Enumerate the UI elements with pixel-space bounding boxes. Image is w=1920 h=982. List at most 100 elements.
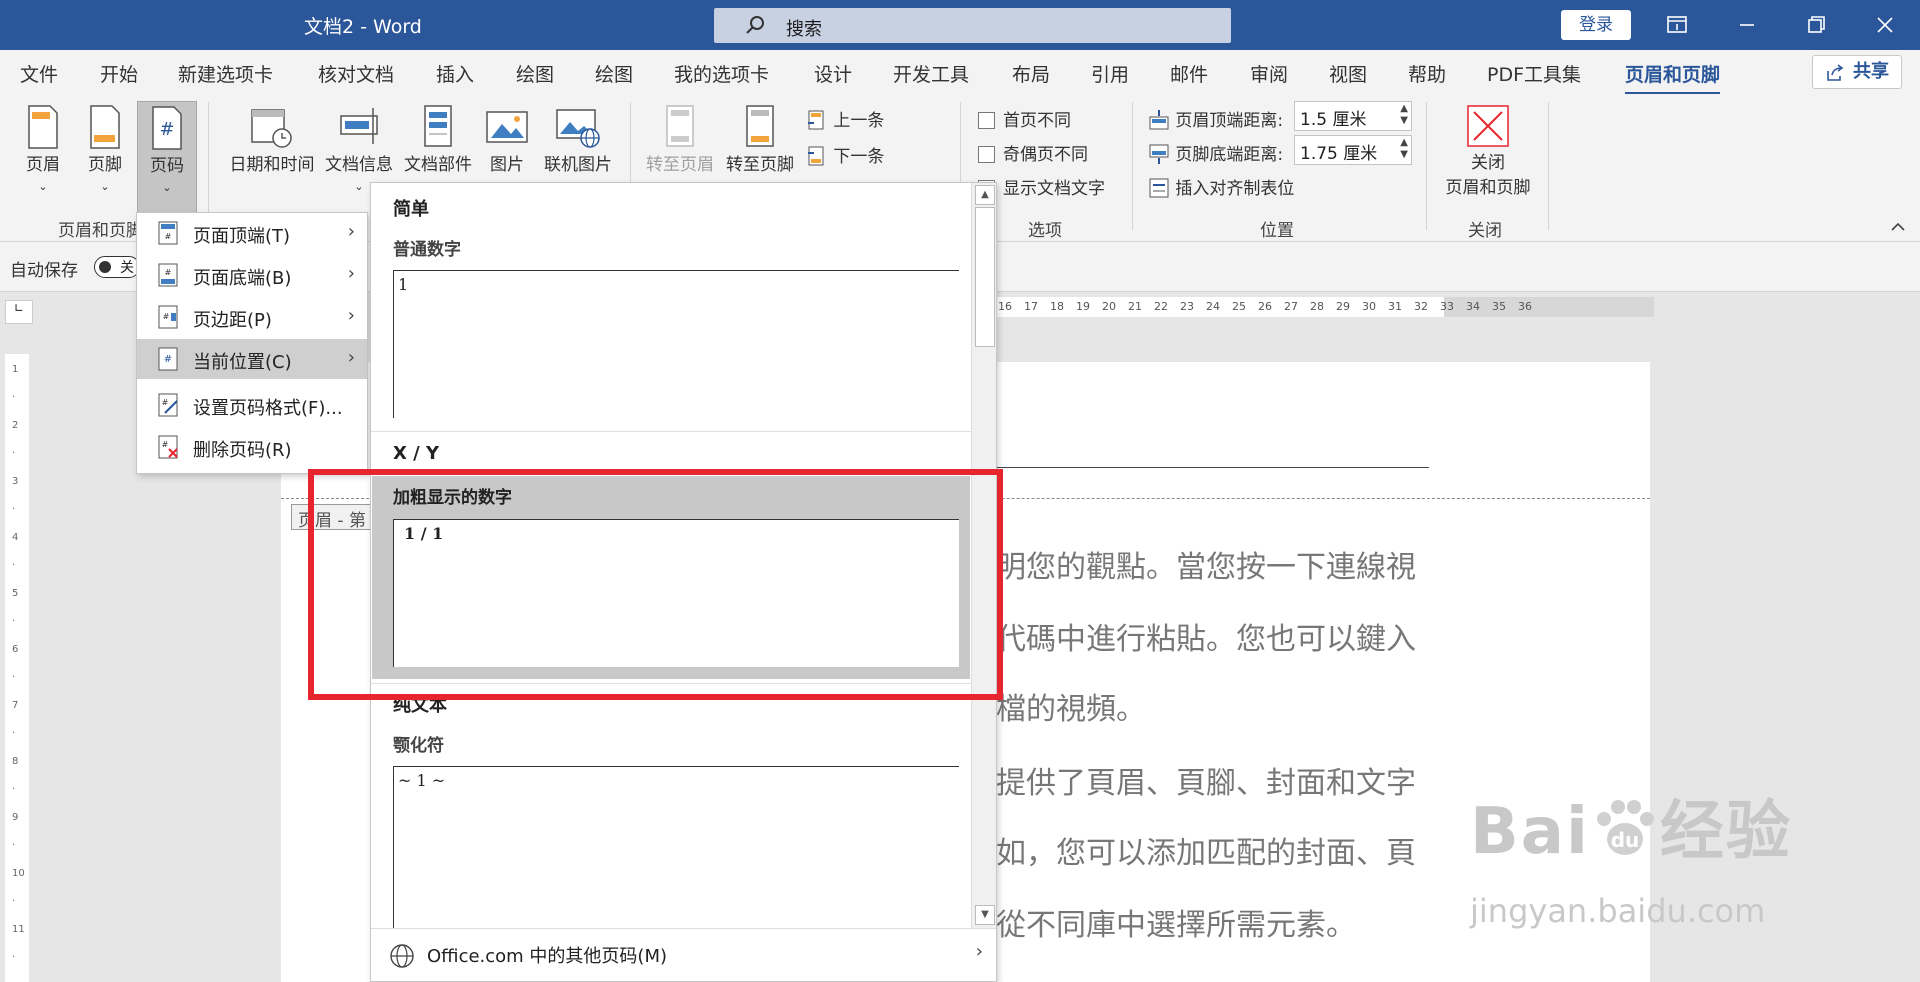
footer-bottom-distance-label: 页脚底端距离: xyxy=(1148,140,1283,165)
tab-home[interactable]: 开始 xyxy=(100,60,138,87)
scroll-down-icon[interactable]: ▼ xyxy=(975,905,995,925)
diff-odd-even-checkbox[interactable]: 奇偶页不同 xyxy=(978,140,1088,165)
footer-button[interactable]: 页脚 ⌄ xyxy=(80,104,130,204)
tab-view[interactable]: 视图 xyxy=(1329,60,1367,87)
close-window-icon[interactable] xyxy=(1870,10,1900,40)
tab-header-footer[interactable]: 页眉和页脚 xyxy=(1625,60,1721,95)
separator xyxy=(1426,102,1427,230)
separator xyxy=(208,102,209,230)
section-xy-heading: X / Y xyxy=(393,443,440,464)
tab-selector[interactable]: ∟ xyxy=(5,300,33,324)
ruler-tick-label: · xyxy=(12,672,16,683)
header-top-text: 页眉顶端距离: xyxy=(1175,111,1284,131)
tab-mailings[interactable]: 邮件 xyxy=(1170,60,1208,87)
ruler-tick-label: · xyxy=(12,728,16,739)
ruler-tick-label: · xyxy=(12,784,16,795)
tab-layout[interactable]: 布局 xyxy=(1012,60,1050,87)
watermark-url: jingyan.baidu.com xyxy=(1470,892,1766,930)
next-button[interactable]: 下一条 xyxy=(806,142,884,167)
page-number-label: 页码 xyxy=(150,156,184,176)
ruler-tick-label: 28 xyxy=(1310,300,1324,313)
chevron-right-icon: › xyxy=(347,347,355,368)
tilde-preview[interactable]: ~ 1 ~ xyxy=(393,766,959,928)
tab-draw-2[interactable]: 绘图 xyxy=(595,60,633,87)
doc-info-icon xyxy=(340,108,378,144)
tab-new-tab[interactable]: 新建选项卡 xyxy=(178,60,273,87)
header-button[interactable]: 页眉 ⌄ xyxy=(18,104,68,204)
horizontal-ruler: 16 17 18 19 20 21 22 23 24 25 26 27 28 29 30 31 32 33 34 35… xyxy=(990,297,1654,317)
ruler-tick-label: 5 xyxy=(12,588,19,599)
ruler-tick-label: 9 xyxy=(12,812,19,823)
doc-line: 如，您可以添加匹配的封面、頁 xyxy=(996,836,1416,871)
tab-check-document[interactable]: 核对文档 xyxy=(318,60,394,87)
diff-first-label: 首页不同 xyxy=(1003,111,1071,131)
restore-icon[interactable] xyxy=(1801,10,1831,40)
goto-header-button[interactable]: 转至页眉 xyxy=(642,104,718,175)
ruler-tick-label: 19 xyxy=(1076,300,1090,313)
vertical-ruler: 1 · 2 · 3 · 4 · 5 · 6 · 7 · 8 · 9 · 10 · 11 · xyxy=(5,354,29,982)
menu-item-bottom-of-page[interactable]: # 页面底端(B) › xyxy=(137,255,367,295)
ruler-tick-label: 4 xyxy=(12,532,19,543)
ruler-tick-label: 32 xyxy=(1414,300,1428,313)
doc-line: 從不同庫中選擇所需元素。 xyxy=(996,908,1356,943)
picture-label: 图片 xyxy=(490,155,524,175)
footer-bottom-distance-input[interactable]: 1.75 厘米 ▲ ▼ xyxy=(1294,135,1412,165)
show-doc-text-checkbox[interactable]: 显示文档文字 xyxy=(978,174,1105,199)
tab-references[interactable]: 引用 xyxy=(1091,60,1129,87)
menu-item-top-of-page[interactable]: # 页面顶端(T) › xyxy=(137,213,367,253)
tab-insert[interactable]: 插入 xyxy=(436,60,474,87)
next-icon xyxy=(808,146,824,166)
svg-text:#: # xyxy=(162,440,169,449)
format-page-number-icon: # xyxy=(158,393,178,417)
tab-file[interactable]: 文件 xyxy=(20,60,58,87)
tab-my-tab[interactable]: 我的选项卡 xyxy=(674,60,769,87)
ribbon-display-options-icon[interactable] xyxy=(1662,10,1692,40)
tab-draw-1[interactable]: 绘图 xyxy=(516,60,554,87)
close-icon xyxy=(1467,105,1509,147)
menu-item-page-margins[interactable]: # 页边距(P) › xyxy=(137,297,367,337)
doc-parts-button[interactable]: 文档部件 xyxy=(400,104,476,175)
search-box[interactable]: 搜索 xyxy=(714,8,1231,43)
picture-button[interactable]: 图片 xyxy=(482,104,532,175)
scroll-thumb[interactable] xyxy=(975,207,995,347)
online-picture-button[interactable]: 联机图片 xyxy=(538,104,618,175)
header-top-distance-input[interactable]: 1.5 厘米 ▲ ▼ xyxy=(1294,101,1412,131)
diff-first-checkbox[interactable]: 首页不同 xyxy=(978,106,1071,131)
page-number-button[interactable]: # 页码 ⌄ xyxy=(137,101,197,213)
ruler-tick-label: 34 xyxy=(1466,300,1480,313)
share-button[interactable]: 共享 xyxy=(1812,55,1902,89)
collapse-ribbon-icon[interactable] xyxy=(1890,220,1906,232)
autosave-toggle[interactable]: 关 xyxy=(94,256,140,278)
tab-review[interactable]: 审阅 xyxy=(1250,60,1288,87)
menu-item-current-position[interactable]: # 当前位置(C) › xyxy=(137,339,367,379)
close-label-2: 页眉和页脚 xyxy=(1445,178,1531,198)
close-group-label: 关闭 xyxy=(1468,221,1502,241)
tab-design[interactable]: 设计 xyxy=(814,60,852,87)
plain-number-preview[interactable]: 1 xyxy=(393,270,959,418)
doc-parts-label: 文档部件 xyxy=(404,155,472,175)
title-bar: 文档2 - Word 搜索 登录 xyxy=(0,0,1920,50)
menu-item-format-page-numbers[interactable]: # 设置页码格式(F)... xyxy=(137,385,367,425)
previous-icon xyxy=(808,110,824,130)
date-time-button[interactable]: 日期和时间 xyxy=(224,104,320,175)
tab-pdf-tools[interactable]: PDF工具集 xyxy=(1487,60,1581,87)
spin-arrows-icon[interactable]: ▲ ▼ xyxy=(1400,137,1408,161)
scroll-up-icon[interactable]: ▲ xyxy=(975,185,995,205)
tab-developer[interactable]: 开发工具 xyxy=(893,60,969,87)
previous-button[interactable]: 上一条 xyxy=(806,106,884,131)
menu-item-label: 设置页码格式(F)... xyxy=(193,398,343,419)
close-header-footer-button[interactable]: 关闭 页眉和页脚 xyxy=(1438,104,1538,198)
menu-item-remove-page-numbers[interactable]: # 删除页码(R) xyxy=(137,427,367,467)
header-footer-group-label: 页眉和页脚 xyxy=(58,221,143,241)
tab-help[interactable]: 帮助 xyxy=(1408,60,1446,87)
section-simple-heading: 简单 xyxy=(393,199,429,220)
goto-footer-button[interactable]: 转至页脚 xyxy=(722,104,798,175)
minimize-icon[interactable] xyxy=(1732,10,1762,40)
login-button[interactable]: 登录 xyxy=(1561,10,1631,40)
ruler-tick-label: 16 xyxy=(998,300,1012,313)
svg-text:#: # xyxy=(164,354,172,365)
spin-arrows-icon[interactable]: ▲ ▼ xyxy=(1400,103,1408,127)
insert-align-tab-button[interactable]: 插入对齐制表位 xyxy=(1148,174,1294,199)
more-page-numbers-item[interactable]: Office.com 中的其他页码(M) › xyxy=(371,928,996,981)
insert-align-tab-label: 插入对齐制表位 xyxy=(1175,179,1295,199)
